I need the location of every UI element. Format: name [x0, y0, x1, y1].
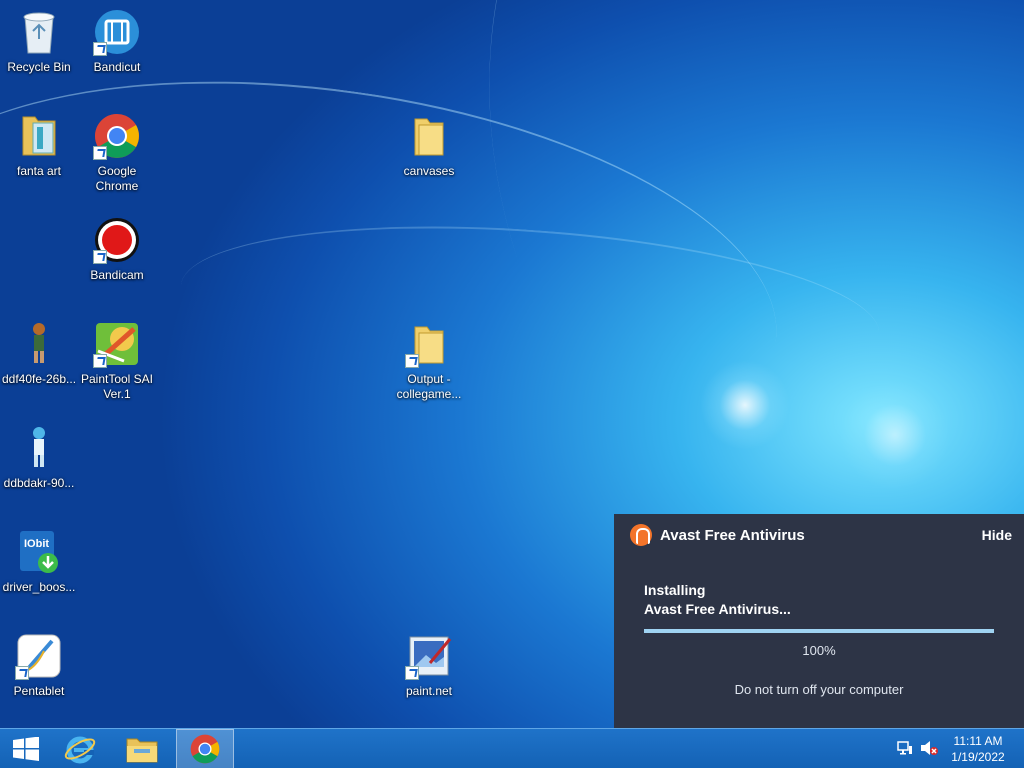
- taskbar: 11:11 AM 1/19/2022: [0, 728, 1024, 768]
- internet-explorer-icon: [64, 736, 96, 764]
- install-progress-bar: [644, 629, 994, 633]
- image-file-icon: [15, 424, 63, 472]
- clock-time: 11:11 AM: [953, 734, 1003, 748]
- desktop-icon-google-chrome[interactable]: Google Chrome: [78, 112, 156, 194]
- desktop-icon-output-collegame[interactable]: Output - collegame...: [390, 320, 468, 402]
- taskbar-internet-explorer[interactable]: [52, 729, 108, 768]
- start-button[interactable]: [4, 729, 48, 768]
- desktop-icon-label: PaintTool SAI Ver.1: [80, 372, 154, 401]
- shortcut-arrow-icon: [93, 146, 107, 160]
- pentablet-icon: [15, 632, 63, 680]
- folder-shortcut-icon: [405, 320, 453, 368]
- desktop-icon-label: Google Chrome: [95, 164, 139, 193]
- avast-title: Avast Free Antivirus: [660, 526, 805, 544]
- install-progress-fill: [644, 629, 994, 633]
- shortcut-arrow-icon: [405, 354, 419, 368]
- desktop-icon-label: canvases: [403, 164, 455, 178]
- desktop-icon-ddbdakr[interactable]: ddbdakr-90...: [0, 424, 78, 491]
- avast-install-popup: Avast Free Antivirus Hide Installing Ava…: [614, 514, 1024, 728]
- progress-percent: 100%: [802, 643, 836, 658]
- clock-date: 1/19/2022: [951, 750, 1005, 764]
- windows-start-icon: [13, 737, 39, 761]
- shortcut-arrow-icon: [15, 666, 29, 680]
- desktop-icon-label: fanta art: [16, 164, 62, 178]
- desktop-icon-paint-net[interactable]: paint.net: [390, 632, 468, 699]
- desktop-icon-label: Bandicam: [90, 268, 144, 282]
- avast-header: Avast Free Antivirus: [630, 524, 805, 546]
- paint-net-icon: [405, 632, 453, 680]
- desktop-icon-pentablet[interactable]: Pentablet: [0, 632, 78, 699]
- shortcut-arrow-icon: [93, 250, 107, 264]
- volume-muted-icon: [921, 741, 938, 755]
- image-file-icon: [15, 320, 63, 368]
- desktop-icon-driver-booster[interactable]: IObit driver_boos...: [0, 528, 78, 595]
- hide-button[interactable]: Hide: [982, 527, 1012, 543]
- desktop-icon-label: ddf40fe-26b...: [1, 372, 77, 386]
- desktop-icon-label: Recycle Bin: [7, 60, 71, 74]
- install-status-line2: Avast Free Antivirus...: [644, 601, 791, 617]
- svg-text:IObit: IObit: [24, 538, 49, 550]
- bandicut-icon: [93, 8, 141, 56]
- desktop-icon-label: driver_boos...: [2, 580, 76, 594]
- bandicam-icon: [93, 216, 141, 264]
- desktop-icon-recycle-bin[interactable]: Recycle Bin: [0, 8, 78, 75]
- desktop-icon-label: Output - collegame...: [396, 372, 462, 401]
- shortcut-arrow-icon: [93, 42, 107, 56]
- chrome-icon: [93, 112, 141, 160]
- desktop-icon-canvases[interactable]: canvases: [390, 112, 468, 179]
- volume-tray-icon[interactable]: [920, 739, 938, 757]
- desktop-icon-bandicut[interactable]: Bandicut: [78, 8, 156, 75]
- desktop-icon-bandicam[interactable]: Bandicam: [78, 216, 156, 283]
- folder-icon: [15, 112, 63, 160]
- recycle-bin-icon: [15, 8, 63, 56]
- network-tray-icon[interactable]: [896, 739, 914, 757]
- driver-booster-icon: IObit: [15, 528, 63, 576]
- taskbar-file-explorer[interactable]: [114, 729, 170, 768]
- desktop-icon-label: Pentablet: [13, 684, 65, 698]
- desktop-icon-fanta-art[interactable]: fanta art: [0, 112, 78, 179]
- desktop-icon-painttool-sai[interactable]: PaintTool SAI Ver.1: [78, 320, 156, 402]
- install-note: Do not turn off your computer: [734, 682, 904, 697]
- taskbar-google-chrome[interactable]: [176, 729, 234, 768]
- install-status-line1: Installing: [644, 582, 706, 598]
- avast-logo-icon: [630, 524, 652, 546]
- shortcut-arrow-icon: [405, 666, 419, 680]
- shortcut-arrow-icon: [93, 354, 107, 368]
- folder-icon: [405, 112, 453, 160]
- desktop-icon-label: Bandicut: [93, 60, 141, 74]
- desktop-icon-label: paint.net: [405, 684, 453, 698]
- chrome-icon: [190, 734, 220, 764]
- painttool-sai-icon: [93, 320, 141, 368]
- desktop-icon-ddf40fe[interactable]: ddf40fe-26b...: [0, 320, 78, 387]
- desktop-icon-label: ddbdakr-90...: [3, 476, 75, 490]
- network-icon: [897, 741, 912, 755]
- system-clock[interactable]: 11:11 AM 1/19/2022: [948, 733, 1008, 765]
- file-explorer-icon: [126, 738, 158, 763]
